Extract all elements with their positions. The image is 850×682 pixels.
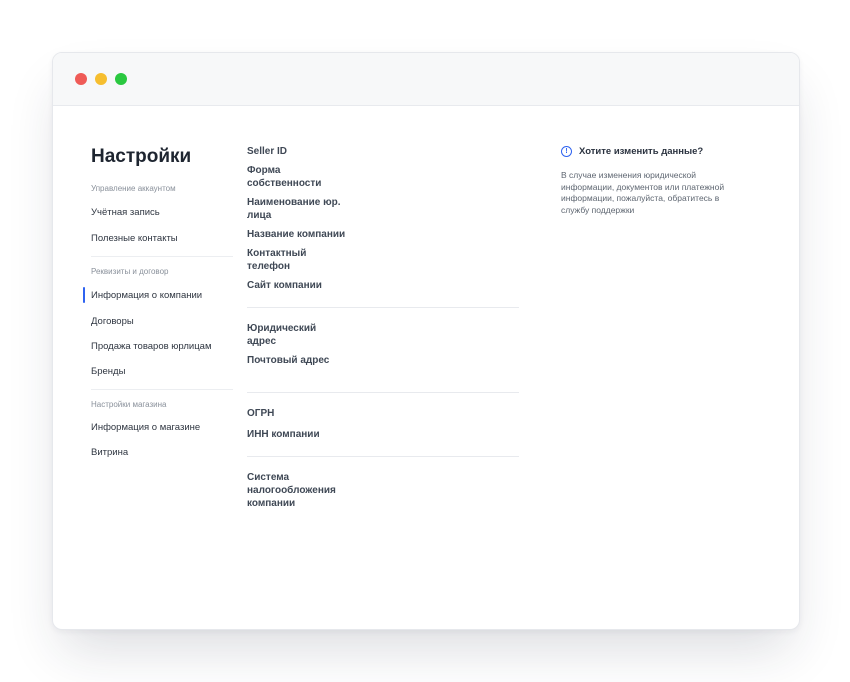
minimize-window-button[interactable] (95, 73, 107, 85)
field-label-inn: ИНН компании (247, 429, 320, 440)
window-titlebar (53, 53, 799, 106)
page-title: Настройки (91, 146, 192, 167)
field-group-divider (247, 307, 519, 308)
field-label-ogrn: ОГРН (247, 408, 275, 419)
info-title: Хотите изменить данные? (579, 146, 704, 157)
sidebar-item-store-info[interactable]: Информация о магазине (91, 421, 239, 435)
sidebar-item-useful-contacts[interactable]: Полезные контакты (91, 232, 239, 246)
section-label-requisites: Реквизиты и договор (91, 267, 169, 276)
sidebar-item-brands[interactable]: Бренды (91, 365, 239, 379)
field-label-phone: Контактный телефон (247, 248, 307, 272)
field-label-postal-address: Почтовый адрес (247, 355, 330, 366)
field-label-legal-name: Наименование юр. лица (247, 197, 341, 221)
field-label-ownership-form: Форма собственности (247, 165, 322, 189)
sidebar-divider (91, 256, 233, 257)
info-header: ! Хотите изменить данные? (561, 145, 751, 158)
section-label-account: Управление аккаунтом (91, 184, 176, 193)
sidebar-item-showcase[interactable]: Витрина (91, 446, 239, 460)
field-group-divider (247, 392, 519, 393)
sidebar-item-company-info[interactable]: Информация о компании (83, 287, 239, 303)
settings-sidebar: Настройки Управление аккаунтом Учётная з… (83, 145, 239, 460)
field-label-seller-id: Seller ID (247, 146, 288, 157)
sidebar-item-contracts[interactable]: Договоры (91, 315, 239, 329)
field-label-tax-system: Система налогообложения компании (247, 472, 336, 509)
close-window-button[interactable] (75, 73, 87, 85)
field-label-company-name: Название компании (247, 229, 346, 240)
company-fields: Seller ID Форма собственности Наименован… (247, 145, 519, 510)
change-data-info: ! Хотите изменить данные? В случае измен… (561, 145, 751, 216)
app-window: Настройки Управление аккаунтом Учётная з… (52, 52, 800, 630)
sidebar-divider (91, 389, 233, 390)
sidebar-item-account[interactable]: Учётная запись (91, 206, 239, 220)
field-group-divider (247, 456, 519, 457)
field-label-website: Сайт компании (247, 280, 322, 291)
info-circle-icon: ! (561, 146, 572, 157)
field-label-legal-address: Юридический адрес (247, 323, 317, 347)
sidebar-item-b2b-sales[interactable]: Продажа товаров юрлицам (91, 340, 239, 354)
section-label-store-settings: Настройки магазина (91, 400, 167, 409)
maximize-window-button[interactable] (115, 73, 127, 85)
info-text: В случае изменения юридической информаци… (561, 170, 725, 215)
